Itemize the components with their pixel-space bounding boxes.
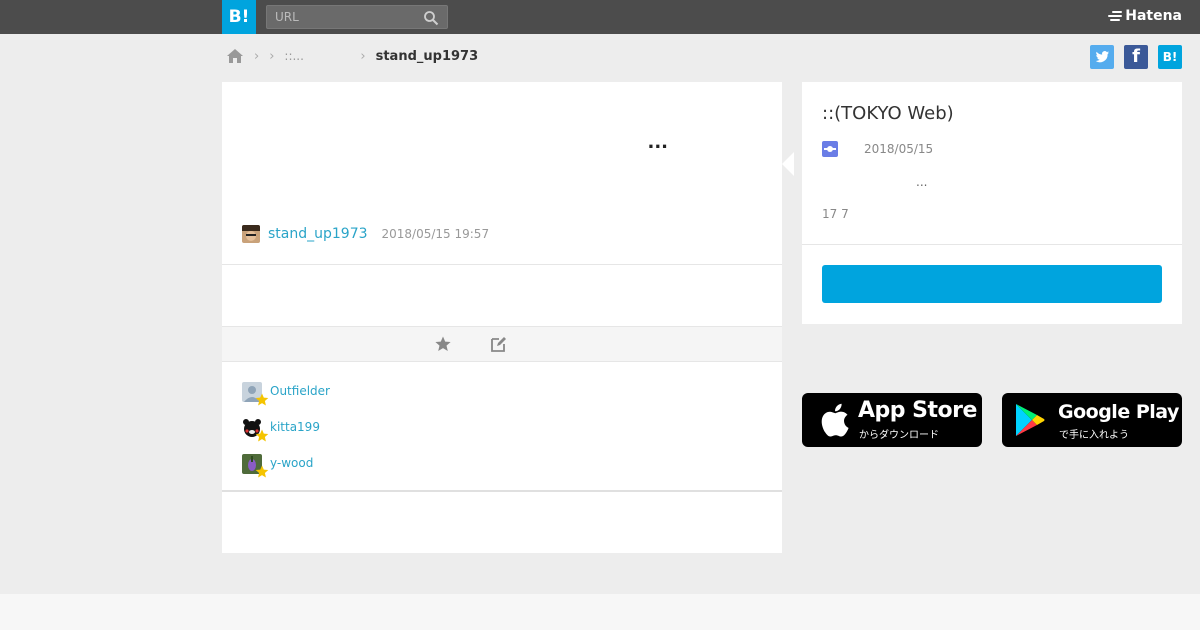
star-username[interactable]: kitta199 (270, 418, 320, 436)
comment-text: ... (647, 132, 668, 153)
footer (0, 594, 1200, 630)
list-item: Outfielder (242, 382, 330, 418)
breadcrumb-item[interactable]: ::... (284, 49, 350, 63)
facebook-icon: f (1132, 46, 1140, 67)
google-play-badge[interactable]: Google Play で手に入れよう (1002, 393, 1182, 447)
star-badge-icon (255, 465, 269, 478)
app-store-title: App Store (858, 398, 977, 423)
divider (222, 490, 782, 492)
star-icon[interactable] (434, 335, 452, 353)
chevron-right-icon: › (360, 48, 366, 64)
star-list: Outfielder kitta199 y-wood (242, 382, 330, 490)
site-favicon-icon (822, 141, 838, 157)
entry-card: ::(TOKYO Web) 2018/05/15 ... 17 7 (802, 82, 1182, 324)
google-play-title: Google Play (1058, 401, 1179, 423)
twitter-share-button[interactable] (1090, 45, 1114, 69)
comment-card: ... stand_up1973 2018/05/15 19:57 Outfie… (222, 82, 782, 553)
view-entry-button[interactable] (822, 265, 1162, 303)
breadcrumb-current: stand_up1973 (375, 48, 479, 64)
star-badge-icon (255, 429, 269, 442)
brand-label: Hatena (1125, 8, 1182, 24)
comment-username[interactable]: stand_up1973 (268, 226, 368, 242)
entry-excerpt: ... (916, 175, 928, 189)
google-play-icon (1016, 404, 1045, 436)
star-badge-icon (255, 393, 269, 406)
apple-icon (821, 403, 849, 437)
list-item: y-wood (242, 454, 330, 490)
star-username[interactable]: y-wood (270, 454, 313, 472)
star-username[interactable]: Outfielder (270, 382, 330, 400)
search-box (266, 5, 448, 29)
avatar[interactable] (242, 225, 260, 243)
favicon-glyph-icon (824, 146, 836, 152)
twitter-icon (1095, 51, 1109, 63)
comment-author: stand_up1973 2018/05/15 19:57 (242, 225, 489, 243)
list-item: kitta199 (242, 418, 330, 454)
chevron-right-icon: › (269, 48, 275, 64)
card-pointer (782, 152, 794, 176)
home-icon[interactable] (226, 48, 244, 64)
breadcrumb: › › ::... › stand_up1973 (226, 46, 478, 66)
comment-timestamp[interactable]: 2018/05/15 19:57 (382, 227, 490, 241)
entry-title[interactable]: ::(TOKYO Web) (822, 103, 954, 124)
comment-toolbar (222, 326, 782, 362)
search-icon[interactable] (423, 10, 439, 26)
google-play-subtitle: で手に入れよう (1059, 430, 1129, 441)
facebook-share-button[interactable]: f (1124, 45, 1148, 69)
app-store-subtitle: からダウンロード (859, 430, 939, 441)
entry-counts[interactable]: 17 7 (822, 207, 849, 221)
hatena-bookmark-icon: B! (1162, 50, 1178, 64)
app-store-badge[interactable]: App Store からダウンロード (802, 393, 982, 447)
top-bar: B! Hatena (0, 0, 1200, 34)
hatena-mark-icon (1108, 11, 1123, 21)
hatena-bookmark-logo[interactable]: B! (222, 0, 256, 34)
chevron-right-icon: › (254, 48, 260, 64)
divider (222, 264, 782, 265)
edit-icon[interactable] (490, 335, 508, 353)
divider (802, 244, 1182, 245)
hatena-brand[interactable]: Hatena (1108, 8, 1182, 24)
search-input[interactable] (267, 6, 417, 28)
hatena-share-button[interactable]: B! (1158, 45, 1182, 69)
entry-date: 2018/05/15 (864, 142, 934, 156)
